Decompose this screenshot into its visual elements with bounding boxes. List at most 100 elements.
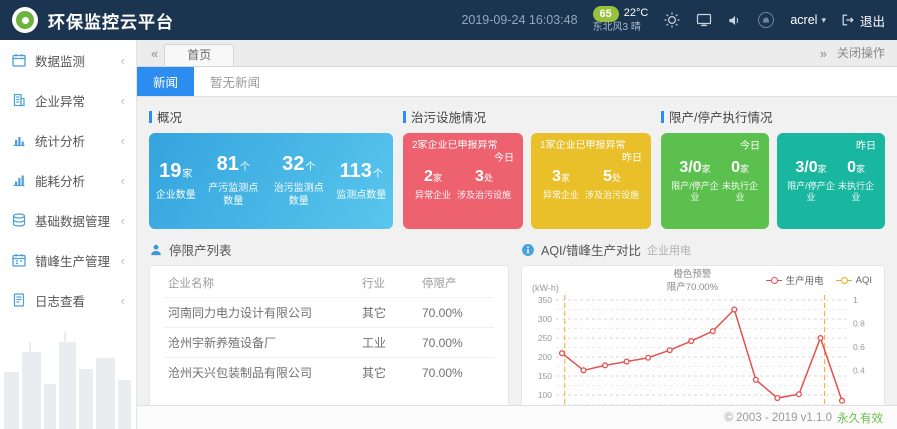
table-row: 沧州天兴包装制品有限公司 其它 70.00% xyxy=(164,358,494,388)
section-title-overview: 概况 xyxy=(149,107,393,126)
aqi-chart-panel: (kW-h) 橙色预警 限产70.00% 生产用电 xyxy=(521,265,885,405)
sidebar-item-offpeak-production[interactable]: 错峰生产管理 ‹ xyxy=(0,240,136,280)
weather-display: 65 22°C 东北风3 晴 xyxy=(593,6,649,35)
copyright-label: © 2003 - 2019 v1.1.0 xyxy=(724,412,832,424)
col-stop-limit: 停限产 xyxy=(418,268,494,298)
datetime-display: 2019-09-24 16:03:48 xyxy=(461,13,577,27)
sidebar: 数据监测 ‹ 企业异常 ‹ 统计分析 ‹ xyxy=(0,40,137,429)
database-icon xyxy=(11,212,27,228)
footer: © 2003 - 2019 v1.1.0 永久有效 xyxy=(137,405,897,429)
sidebar-item-label: 数据监测 xyxy=(35,51,85,70)
overview-stats-card: 19家 企业数量 81个 产污监测点数量 32个 治污监测点数量 xyxy=(149,133,393,229)
bar-chart-icon xyxy=(11,172,27,188)
collapse-tabs-button[interactable]: « xyxy=(145,46,164,66)
col-industry: 行业 xyxy=(358,268,418,298)
sidebar-item-label: 统计分析 xyxy=(35,131,85,150)
app-header: 环保监控云平台 2019-09-24 16:03:48 65 22°C 东北风3… xyxy=(0,0,897,40)
legend-item-aqi[interactable]: AQI xyxy=(836,273,872,287)
sidebar-item-label: 企业异常 xyxy=(35,91,85,110)
temperature-label: 22°C xyxy=(624,7,649,21)
stat-monitor-points: 113个 监测点数量 xyxy=(336,161,386,202)
col-enterprise-name: 企业名称 xyxy=(164,268,358,298)
svg-text:200: 200 xyxy=(538,352,552,362)
app-title: 环保监控云平台 xyxy=(48,8,174,33)
chevron-left-icon: ‹ xyxy=(121,213,125,228)
line-chart: 35030025020015010010.80.60.4 xyxy=(526,294,878,405)
city-skyline-watermark xyxy=(0,314,137,429)
monitor-icon[interactable] xyxy=(696,12,712,28)
sidebar-item-basic-data[interactable]: 基础数据管理 ‹ xyxy=(0,200,136,240)
table-row: 河南同力电力设计有限公司 其它 70.00% xyxy=(164,298,494,328)
stop-list-table: 企业名称 行业 停限产 河南同力电力设计有限公司 其它 xyxy=(164,268,494,387)
sun-icon xyxy=(663,11,681,29)
section-title-facility: 治污设施情况 xyxy=(403,107,651,126)
notification-icon[interactable] xyxy=(757,11,775,29)
calendar-icon xyxy=(11,252,27,268)
section-accent-bar xyxy=(661,111,664,123)
volume-icon[interactable] xyxy=(727,13,742,28)
info-icon xyxy=(521,243,535,257)
logout-label: 退出 xyxy=(860,11,885,30)
svg-text:350: 350 xyxy=(538,295,552,305)
stat-pollution-points: 81个 产污监测点数量 xyxy=(205,154,261,208)
chevron-down-icon: ▾ xyxy=(821,15,826,26)
chevron-left-icon: ‹ xyxy=(121,93,125,108)
logout-button[interactable]: 退出 xyxy=(841,11,885,30)
legend-marker xyxy=(766,280,782,281)
sidebar-item-data-monitoring[interactable]: 数据监测 ‹ xyxy=(0,40,136,80)
svg-text:0.8: 0.8 xyxy=(853,319,865,329)
calendar-icon xyxy=(11,52,27,68)
tab-bar: « 首页 » 关闭操作 xyxy=(137,40,897,67)
sidebar-item-label: 基础数据管理 xyxy=(35,211,110,230)
warning-annotation: 橙色预警 限产70.00% xyxy=(667,269,718,295)
svg-text:0.4: 0.4 xyxy=(853,366,865,376)
bar-chart-icon xyxy=(11,132,27,148)
dashboard-content: 概况 19家 企业数量 81个 产污监测点数量 xyxy=(137,97,897,405)
tab-home[interactable]: 首页 xyxy=(164,44,234,66)
svg-text:150: 150 xyxy=(538,371,552,381)
sidebar-item-log-view[interactable]: 日志查看 ‹ xyxy=(0,280,136,320)
tab-no-news[interactable]: 暂无新闻 xyxy=(194,67,276,96)
y-axis-unit-label: (kW-h) xyxy=(532,283,559,293)
production-card-today: 今日 3/0家 限产/停产企业 0家 未执行企业 xyxy=(661,133,769,229)
expand-tabs-button[interactable]: » xyxy=(814,46,833,66)
app-window: 环保监控云平台 2019-09-24 16:03:48 65 22°C 东北风3… xyxy=(0,0,897,429)
legend-marker xyxy=(836,280,852,281)
logout-icon xyxy=(841,13,855,27)
svg-text:250: 250 xyxy=(538,333,552,343)
user-menu[interactable]: acrel ▾ xyxy=(790,13,826,27)
chevron-left-icon: ‹ xyxy=(121,253,125,268)
svg-text:0.6: 0.6 xyxy=(853,342,865,352)
sidebar-item-label: 能耗分析 xyxy=(35,171,85,190)
facility-card-yesterday: 1家企业已申报异常 昨日 3家 异常企业 5处 涉及治污设施 xyxy=(531,133,651,229)
svg-text:300: 300 xyxy=(538,314,552,324)
chart-legend: 生产用电 AQI xyxy=(766,273,872,287)
production-card-yesterday: 昨日 3/0家 限产/停产企业 0家 未执行企业 xyxy=(777,133,885,229)
aqi-badge: 65 xyxy=(593,6,619,22)
sidebar-item-label: 错峰生产管理 xyxy=(35,251,110,270)
news-bar: 新闻 暂无新闻 xyxy=(137,67,897,97)
sidebar-item-enterprise-abnormal[interactable]: 企业异常 ‹ xyxy=(0,80,136,120)
chevron-left-icon: ‹ xyxy=(121,133,125,148)
section-accent-bar xyxy=(403,111,406,123)
validity-label: 永久有效 xyxy=(837,410,883,426)
chevron-left-icon: ‹ xyxy=(121,173,125,188)
username-label: acrel xyxy=(790,13,817,27)
close-operations-button[interactable]: 关闭操作 xyxy=(833,44,889,66)
legend-item-power[interactable]: 生产用电 xyxy=(766,273,824,287)
document-icon xyxy=(11,292,27,308)
building-icon xyxy=(11,92,27,108)
sidebar-item-statistics[interactable]: 统计分析 ‹ xyxy=(0,120,136,160)
table-header-row: 企业名称 行业 停限产 xyxy=(164,268,494,298)
chevron-left-icon: ‹ xyxy=(121,293,125,308)
table-row: 沧州宇新养殖设备厂 工业 70.00% xyxy=(164,328,494,358)
tab-news[interactable]: 新闻 xyxy=(137,67,194,96)
section-title-production: 限产/停产执行情况 xyxy=(661,107,885,126)
aqi-chart-title: AQI/错峰生产对比 企业用电 xyxy=(521,240,885,259)
stat-enterprise-count: 19家 企业数量 xyxy=(156,161,196,202)
weather-label: 东北风3 晴 xyxy=(593,22,641,35)
facility-card-today: 2家企业已申报异常 今日 2家 异常企业 3处 涉及治污设施 xyxy=(403,133,523,229)
app-logo-icon xyxy=(12,7,38,33)
chart-subtitle: 企业用电 xyxy=(647,242,691,258)
sidebar-item-energy-analysis[interactable]: 能耗分析 ‹ xyxy=(0,160,136,200)
